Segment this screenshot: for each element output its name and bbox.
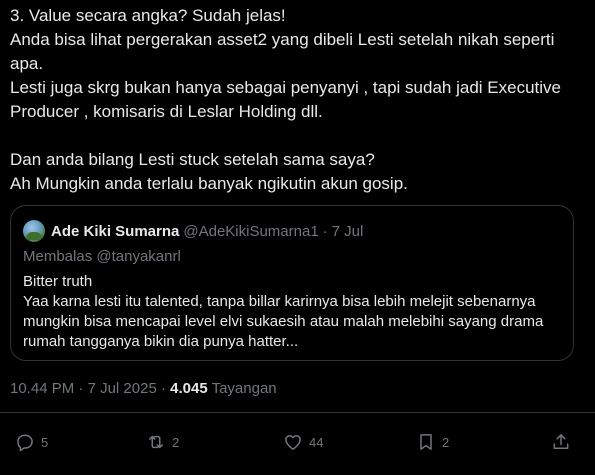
quoted-tweet-text: Bitter truth Yaa karna lesti itu talente… xyxy=(23,272,563,352)
action-bar: 5 2 44 2 xyxy=(0,428,595,456)
quoted-meta-separator: · xyxy=(322,222,328,240)
reply-count: 5 xyxy=(41,434,49,450)
bookmark-count: 2 xyxy=(442,434,450,450)
quoted-author-name[interactable]: Ade Kiki Sumarna xyxy=(51,223,179,240)
avatar[interactable] xyxy=(23,220,45,242)
reply-button[interactable]: 5 xyxy=(15,428,48,456)
tweet-line: apa. xyxy=(10,54,44,73)
quoted-tweet-header: Ade Kiki Sumarna @AdeKikiSumarna1 · 7 Ju… xyxy=(23,220,363,242)
quoted-line: mungkin bisa mencapai level elvi sukaesi… xyxy=(23,313,544,330)
tweet-line: 3. Value secara angka? Sudah jelas! xyxy=(10,6,286,25)
quoted-reply-to: Membalas @tanyakanrl xyxy=(23,248,181,265)
quoted-line: rumah tangganya bikin dia punya hatter..… xyxy=(23,333,299,350)
like-count: 44 xyxy=(309,434,324,450)
meta-separator: · xyxy=(160,380,166,397)
bookmark-button[interactable]: 2 xyxy=(416,428,449,456)
tweet-meta: 10.44 PM · 7 Jul 2025 · 4.045 Tayangan xyxy=(10,380,277,397)
meta-separator: · xyxy=(78,380,84,397)
views-count[interactable]: 4.045 xyxy=(170,380,208,397)
share-icon xyxy=(553,434,569,449)
like-button[interactable]: 44 xyxy=(283,428,323,456)
quoted-author-handle[interactable]: @AdeKikiSumarna1 xyxy=(183,223,318,240)
tweet-line: Anda bisa lihat pergerakan asset2 yang d… xyxy=(10,30,555,49)
tweet-text: 3. Value secara angka? Sudah jelas! Anda… xyxy=(10,4,585,196)
retweet-count: 2 xyxy=(172,434,180,450)
tweet-date[interactable]: 7 Jul 2025 xyxy=(88,380,157,397)
views-label: Tayangan xyxy=(211,380,277,397)
quoted-tweet-card[interactable]: Ade Kiki Sumarna @AdeKikiSumarna1 · 7 Ju… xyxy=(10,205,574,361)
tweet-line: Producer , komisaris di Leslar Holding d… xyxy=(10,102,323,121)
reply-icon xyxy=(17,434,33,452)
tweet-line: Lesti juga skrg bukan hanya sebagai peny… xyxy=(10,78,561,97)
tweet-time[interactable]: 10.44 PM xyxy=(10,380,74,397)
retweet-icon xyxy=(149,435,163,449)
retweet-button[interactable]: 2 xyxy=(146,428,179,456)
share-button[interactable] xyxy=(551,428,571,456)
divider xyxy=(0,412,595,413)
quoted-line: Bitter truth xyxy=(23,273,93,290)
quoted-line: Yaa karna lesti itu talented, tanpa bill… xyxy=(23,293,536,310)
bookmark-icon xyxy=(420,434,432,450)
like-icon xyxy=(285,435,301,450)
tweet-line: Dan anda bilang Lesti stuck setelah sama… xyxy=(10,150,375,169)
quoted-tweet-date[interactable]: 7 Jul xyxy=(332,223,364,240)
tweet-line: Ah Mungkin anda terlalu banyak ngikutin … xyxy=(10,174,408,193)
